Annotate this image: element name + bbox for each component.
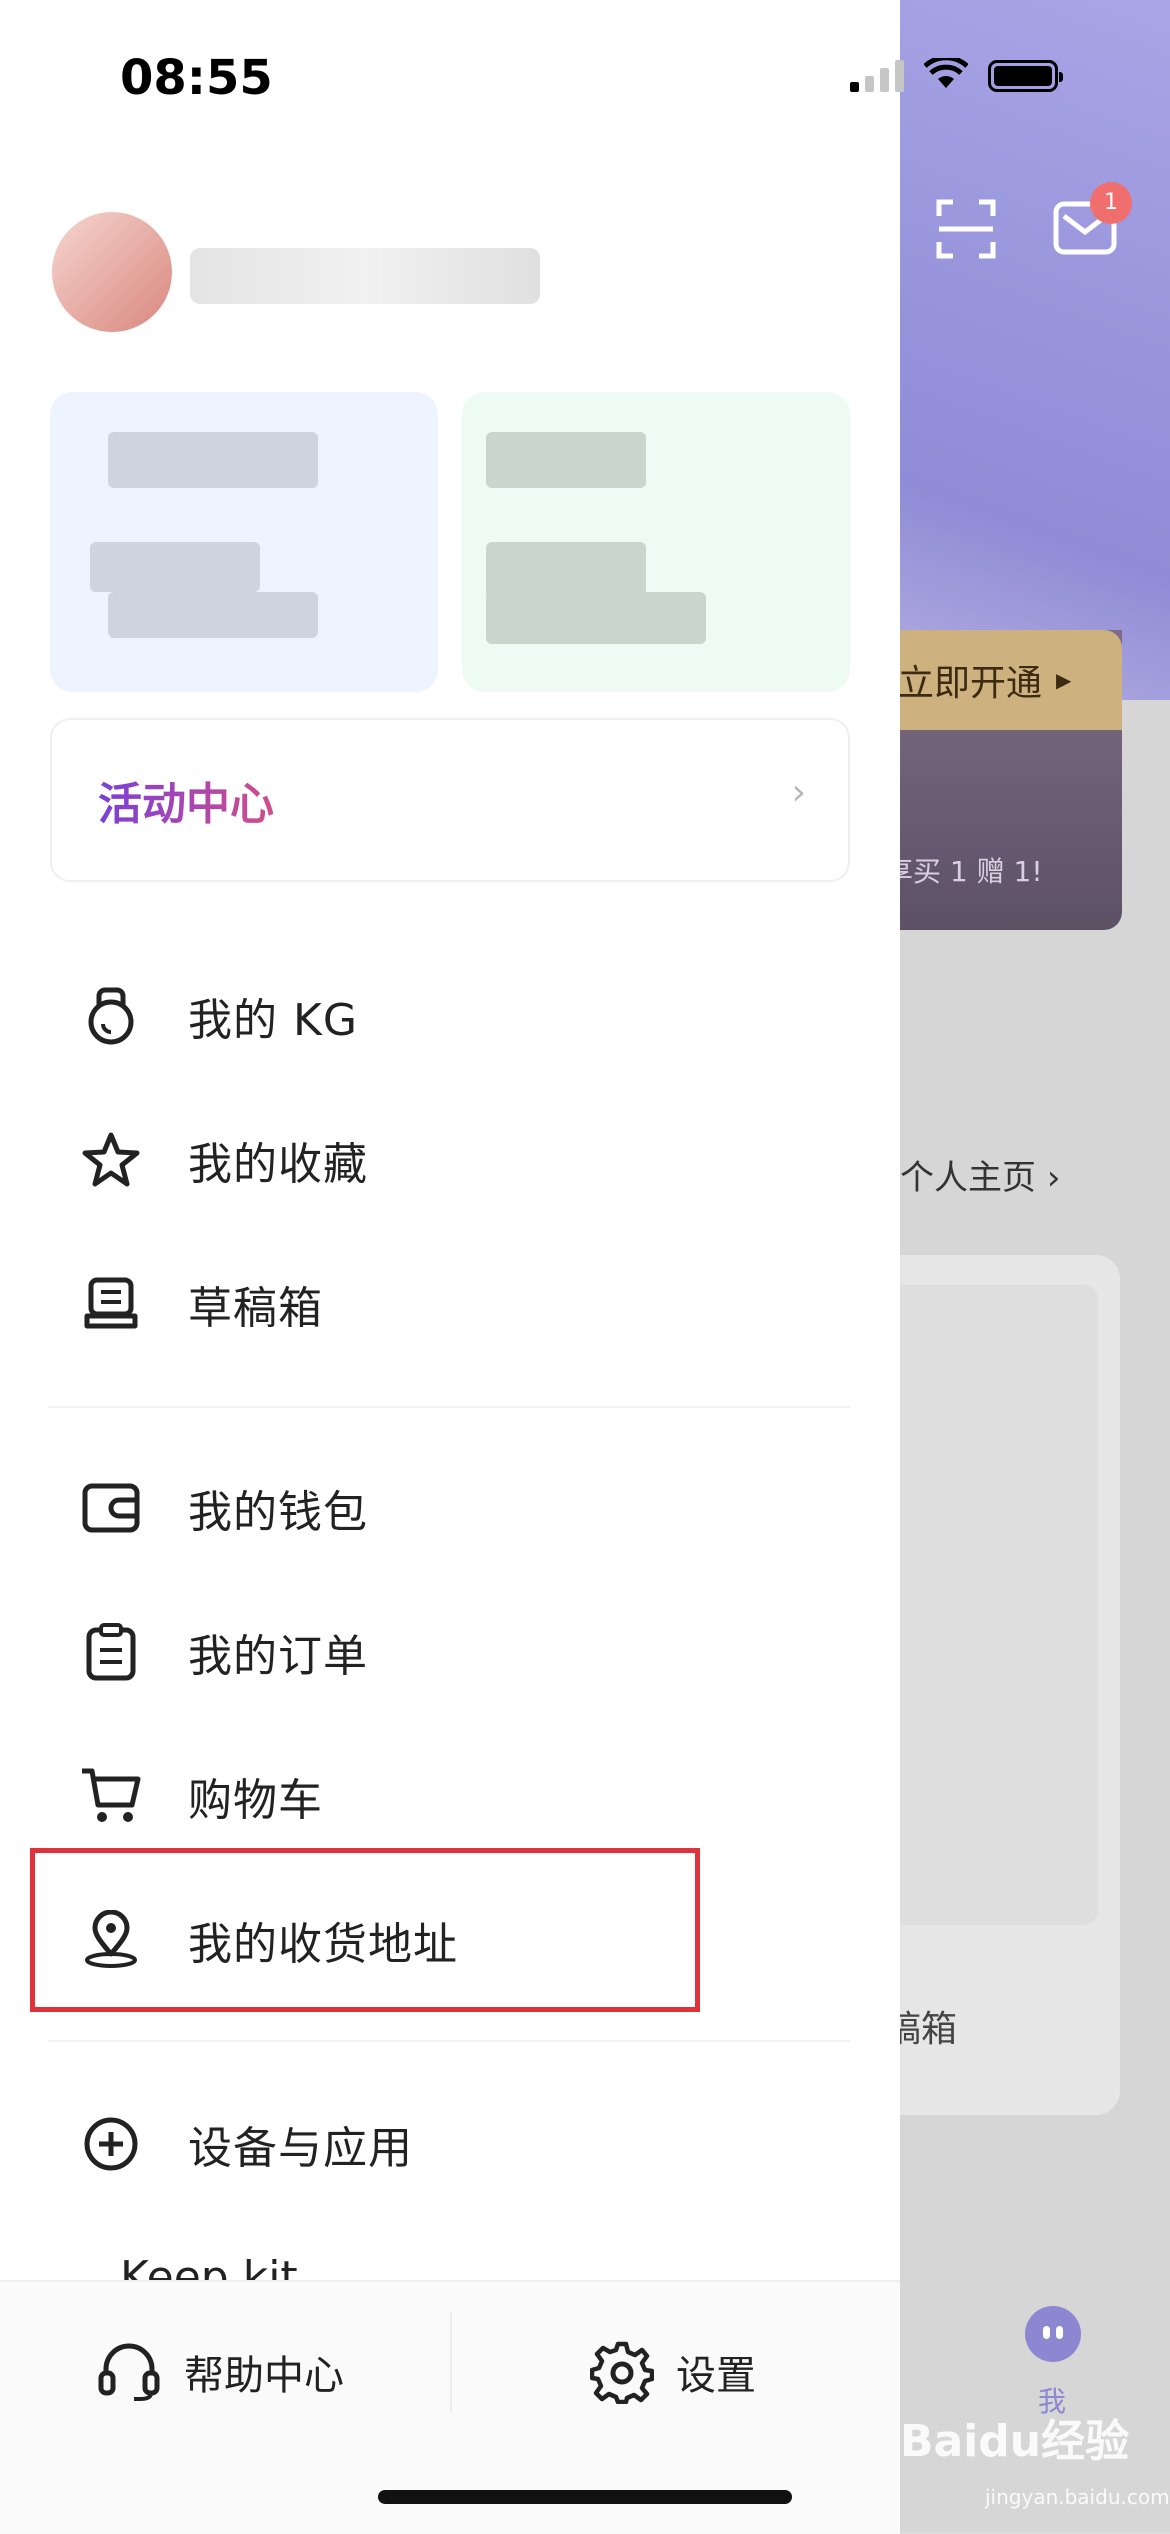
menu-item-label: 设备与应用 [188, 2123, 413, 2174]
menu-item-my-wallet[interactable]: 我的钱包 [40, 1448, 860, 1568]
profile-link[interactable]: 个人主页 › [900, 1150, 1060, 1199]
stat-card-left[interactable] [50, 392, 438, 692]
menu-item-label: 草稿箱 [188, 1283, 323, 1334]
menu-item-cart[interactable]: 购物车 [40, 1736, 860, 1856]
wallet-icon [76, 1473, 146, 1543]
scan-icon[interactable] [935, 198, 997, 260]
activity-center-title: 活动中心 [98, 768, 274, 832]
tab-me-icon[interactable] [1025, 2306, 1081, 2362]
chevron-right-icon: › [791, 772, 806, 813]
vip-open-label: 立即开通 [898, 663, 1043, 704]
status-time: 08:55 [120, 50, 273, 106]
activity-center-card[interactable]: 活动中心 › [50, 718, 850, 882]
help-center-label: 帮助中心 [184, 2353, 344, 2399]
battery-icon [988, 60, 1063, 92]
avatar[interactable] [52, 212, 172, 332]
profile-link-label: 个人主页 [900, 1158, 1036, 1198]
message-badge: 1 [1090, 182, 1132, 224]
cellular-signal-icon [850, 60, 904, 92]
help-center-button[interactable]: 帮助中心 [96, 2322, 344, 2422]
draft-box-icon [76, 1269, 146, 1339]
background-banner [880, 0, 1170, 720]
menu-item-label: 我的 KG [188, 995, 358, 1046]
side-drawer: 08:55 活动中心 › 我的 KG 我的收藏 草稿箱 我的钱包 我的订单 购物… [0, 0, 1063, 2534]
menu-item-drafts[interactable]: 草稿箱 [40, 1244, 860, 1364]
background-panel-inner [880, 1285, 1098, 1925]
vip-open-button[interactable]: 立即开通 ▶ [880, 630, 1122, 730]
star-icon [76, 1125, 146, 1195]
gear-icon [590, 2341, 654, 2404]
chevron-right-icon: › [1046, 1158, 1061, 1198]
menu-item-devices-apps[interactable]: 设备与应用 [40, 2084, 860, 2204]
watermark: Baidu经验 [900, 2416, 1130, 2467]
menu-item-my-favorites[interactable]: 我的收藏 [40, 1100, 860, 1220]
user-name-blurred[interactable] [190, 248, 540, 304]
wifi-icon [924, 58, 968, 88]
headset-icon [98, 2343, 160, 2401]
play-triangle-icon: ▶ [1056, 668, 1072, 692]
bottom-separator [450, 2312, 452, 2412]
menu-item-label: 购物车 [188, 1775, 323, 1826]
cart-icon [76, 1761, 146, 1831]
settings-button[interactable]: 设置 [590, 2322, 756, 2422]
menu-item-my-orders[interactable]: 我的订单 [40, 1592, 860, 1712]
vip-promo-text: 享买 1 赠 1! [885, 855, 1043, 888]
menu-item-label: 我的订单 [188, 1631, 368, 1682]
highlight-box [30, 1848, 700, 2012]
plus-circle-icon [76, 2109, 146, 2179]
home-indicator[interactable] [378, 2490, 792, 2504]
clipboard-icon [76, 1617, 146, 1687]
menu-item-label: 我的收藏 [188, 1139, 368, 1190]
divider [48, 2040, 850, 2042]
menu-item-my-kg[interactable]: 我的 KG [40, 956, 860, 1076]
watermark-url: jingyan.baidu.com [985, 2485, 1170, 2509]
divider [48, 1406, 850, 1408]
kettlebell-icon [76, 981, 146, 1051]
menu-item-label: 我的钱包 [188, 1487, 368, 1538]
settings-label: 设置 [676, 2353, 756, 2399]
stat-card-right[interactable] [462, 392, 850, 692]
status-icons [850, 58, 1063, 92]
